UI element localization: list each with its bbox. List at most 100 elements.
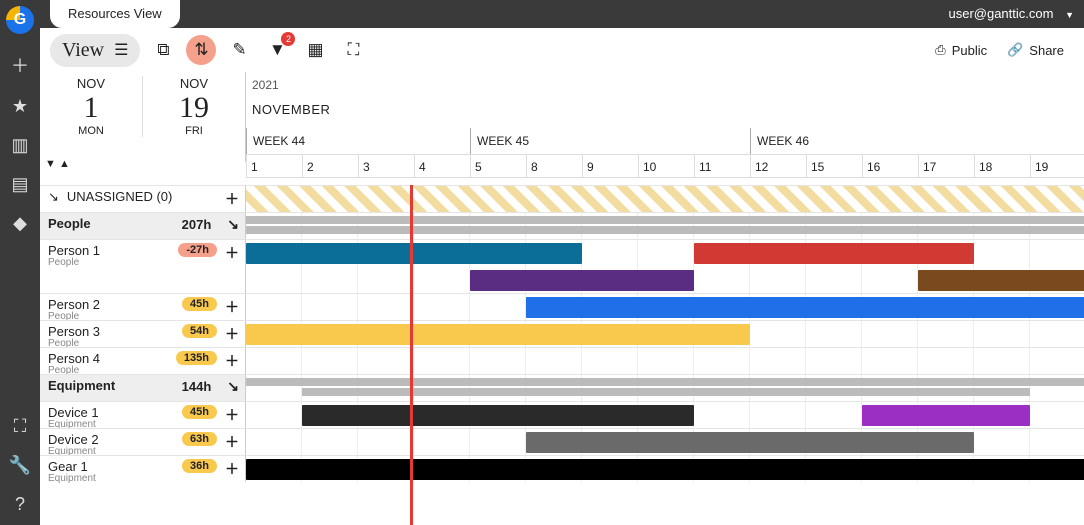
resource-row[interactable]: Person 3People54h＋ bbox=[40, 320, 245, 347]
resource-name: Device 1 bbox=[48, 405, 99, 420]
user-menu[interactable]: user@ganttic.com ▼ bbox=[948, 0, 1074, 28]
user-email: user@ganttic.com bbox=[948, 6, 1053, 21]
date-range[interactable]: NOV 1 MON NOV 19 FRI bbox=[40, 72, 245, 141]
filter-icon[interactable]: ▼2 bbox=[262, 35, 292, 65]
top-bar: Resources View user@ganttic.com ▼ bbox=[40, 0, 1084, 28]
view-selector-label: View bbox=[62, 39, 104, 62]
add-icon[interactable]: ＋ bbox=[225, 297, 239, 317]
resource-name: Person 4 bbox=[48, 351, 100, 366]
resource-row[interactable]: Device 1Equipment45h＋ bbox=[40, 401, 245, 428]
resource-hours: 135h bbox=[176, 351, 217, 365]
week-label: WEEK 46 bbox=[750, 128, 809, 154]
add-icon[interactable]: ＋ bbox=[225, 351, 239, 371]
wrench-icon[interactable]: 🔧 bbox=[9, 455, 31, 476]
filter-badge: 2 bbox=[281, 32, 295, 46]
resource-name: Person 2 bbox=[48, 297, 100, 312]
add-icon[interactable]: ＋ bbox=[225, 405, 239, 425]
day-label[interactable]: 17 bbox=[918, 154, 974, 178]
group-name: Equipment bbox=[48, 378, 115, 393]
chevron-down-icon: ▼ bbox=[1065, 10, 1074, 20]
day-label[interactable]: 19 bbox=[1030, 154, 1084, 178]
day-label[interactable]: 5 bbox=[470, 154, 526, 178]
view-selector[interactable]: View ☰ bbox=[50, 34, 140, 67]
collapse-controls[interactable]: ▼ ▲ bbox=[45, 158, 70, 170]
resource-hours: 63h bbox=[182, 432, 217, 446]
group-hours: 207h bbox=[174, 216, 220, 233]
unassigned-row[interactable]: ↘UNASSIGNED (0)＋ bbox=[40, 185, 245, 212]
public-icon: ⎙ bbox=[935, 42, 945, 58]
day-label[interactable]: 12 bbox=[750, 154, 806, 178]
resource-name: Gear 1 bbox=[48, 459, 88, 474]
resource-hours: 45h bbox=[182, 405, 217, 419]
resource-hours: 54h bbox=[182, 324, 217, 338]
hier-icon[interactable]: ⛶ bbox=[14, 416, 27, 437]
week-label: WEEK 44 bbox=[246, 128, 305, 154]
day-label[interactable]: 3 bbox=[358, 154, 414, 178]
drop-icon[interactable]: ◆ bbox=[13, 213, 27, 234]
start-day: 1 bbox=[40, 91, 142, 125]
archive-icon[interactable]: ▤ bbox=[11, 174, 28, 195]
group-hours: 144h bbox=[174, 378, 220, 395]
resource-row[interactable]: Gear 1Equipment 36h ＋ bbox=[40, 455, 245, 482]
group-row[interactable]: Equipment 144h ↘ bbox=[40, 374, 245, 401]
resource-row[interactable]: Person 1People -27h ＋ bbox=[40, 239, 245, 293]
day-label[interactable]: 2 bbox=[302, 154, 358, 178]
resource-row[interactable]: Device 2Equipment63h＋ bbox=[40, 428, 245, 455]
sort-icon[interactable]: ⇅ bbox=[186, 35, 216, 65]
add-icon[interactable]: ＋ bbox=[225, 189, 239, 209]
month-label: NOVEMBER bbox=[252, 102, 330, 117]
resource-hours: 36h bbox=[182, 459, 217, 473]
menu-icon: ☰ bbox=[114, 40, 128, 60]
start-month: NOV bbox=[40, 76, 142, 91]
group-name: People bbox=[48, 216, 91, 231]
add-icon[interactable]: ＋ bbox=[225, 324, 239, 344]
week-label: WEEK 45 bbox=[470, 128, 529, 154]
resource-hours: -27h bbox=[178, 243, 217, 257]
share-button[interactable]: 🔗 Share bbox=[1007, 42, 1064, 58]
day-label[interactable]: 15 bbox=[806, 154, 862, 178]
resource-hours: 45h bbox=[182, 297, 217, 311]
day-label[interactable]: 11 bbox=[694, 154, 750, 178]
resource-name: Device 2 bbox=[48, 432, 99, 447]
resource-group: People bbox=[48, 257, 79, 268]
day-label[interactable]: 16 bbox=[862, 154, 918, 178]
add-icon[interactable]: ＋ bbox=[225, 243, 239, 263]
calendar-icon[interactable]: ▦ bbox=[300, 35, 330, 65]
chart-icon[interactable]: ▥ bbox=[11, 135, 28, 156]
toolbar: View ☰ ⧉ ⇅ ✎ ▼2 ▦ ⛶ ⎙ Public 🔗 Share bbox=[40, 28, 1084, 72]
collapse-icon[interactable]: ↘ bbox=[227, 216, 239, 233]
resource-name: Person 1 bbox=[48, 243, 100, 258]
group-row[interactable]: People 207h ↘ bbox=[40, 212, 245, 239]
end-weekday: FRI bbox=[143, 125, 245, 137]
share-label: Share bbox=[1029, 43, 1064, 58]
collapse-icon[interactable]: ↘ bbox=[227, 378, 239, 395]
date-start: NOV 1 MON bbox=[40, 72, 142, 141]
public-label: Public bbox=[952, 43, 987, 58]
brand-logo-icon[interactable]: G bbox=[6, 6, 34, 34]
hierarchy-icon[interactable]: ⧉ bbox=[148, 35, 178, 65]
add-icon[interactable]: ＋ bbox=[225, 459, 239, 479]
help-icon[interactable]: ? bbox=[15, 494, 25, 515]
view-tab[interactable]: Resources View bbox=[50, 0, 180, 28]
start-weekday: MON bbox=[40, 125, 142, 137]
unassigned-label: UNASSIGNED (0) bbox=[67, 189, 172, 204]
paint-icon[interactable]: ✎ bbox=[224, 35, 254, 65]
year-label: 2021 bbox=[252, 78, 279, 92]
today-line bbox=[410, 185, 413, 525]
day-label[interactable]: 1 bbox=[246, 154, 302, 178]
day-label[interactable]: 8 bbox=[526, 154, 582, 178]
day-label[interactable]: 9 bbox=[582, 154, 638, 178]
day-label[interactable]: 18 bbox=[974, 154, 1030, 178]
link-icon: 🔗 bbox=[1007, 42, 1023, 58]
resource-row[interactable]: Person 2People45h＋ bbox=[40, 293, 245, 320]
public-button[interactable]: ⎙ Public bbox=[935, 42, 987, 58]
plus-icon[interactable]: ＋ bbox=[11, 52, 29, 78]
add-icon[interactable]: ＋ bbox=[225, 432, 239, 452]
resource-group: Equipment bbox=[48, 473, 96, 484]
end-day: 19 bbox=[143, 91, 245, 125]
resource-row[interactable]: Person 4People135h＋ bbox=[40, 347, 245, 374]
fullscreen-icon[interactable]: ⛶ bbox=[338, 35, 368, 65]
day-label[interactable]: 10 bbox=[638, 154, 694, 178]
star-icon[interactable]: ★ bbox=[12, 96, 28, 117]
day-label[interactable]: 4 bbox=[414, 154, 470, 178]
